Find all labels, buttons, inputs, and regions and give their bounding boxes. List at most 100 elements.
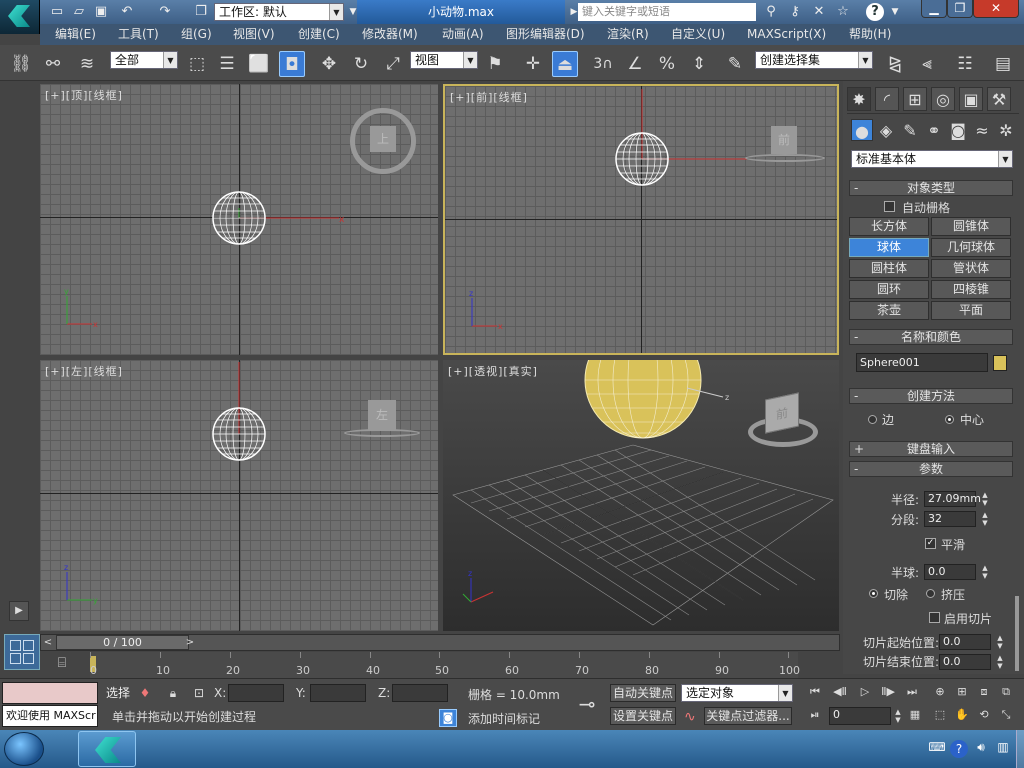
search-input[interactable]: 键入关键字或短语 [578, 3, 756, 21]
help-menu-chevron-icon[interactable]: ▼ [886, 3, 904, 21]
viewcube[interactable]: 前 [771, 126, 797, 154]
menu-graph-editors[interactable]: 图形编辑器(D) [506, 24, 585, 45]
utilities-tab-icon[interactable]: ⚒ [987, 87, 1011, 111]
motion-tab-icon[interactable]: ◎ [931, 87, 955, 111]
menu-edit[interactable]: 编辑(E) [55, 24, 96, 45]
center-radio[interactable] [945, 415, 954, 424]
auto-key-button[interactable]: 自动关键点 [610, 684, 676, 702]
keyboard-icon[interactable]: ⌨ [928, 740, 946, 758]
tools-icon[interactable]: ✕ [810, 3, 828, 21]
move-icon[interactable]: ✥ [316, 51, 342, 77]
maxscript-mini-listener-top[interactable] [2, 682, 98, 704]
viewcube[interactable]: 前 [765, 392, 799, 434]
geometry-category-dropdown[interactable]: 标准基本体 ▼ [851, 150, 1013, 168]
close-button[interactable]: ✕ [973, 0, 1019, 18]
mirror-icon[interactable]: ⧎ [882, 51, 908, 77]
select-object-icon[interactable]: ⬚ [184, 51, 210, 77]
display-tab-icon[interactable]: ▣ [959, 87, 983, 111]
spacewarps-icon[interactable]: ≈ [971, 119, 993, 141]
object-name-field[interactable]: Sphere001 [856, 353, 988, 372]
keyboard-shortcut-override-icon[interactable]: ⏏ [552, 51, 578, 77]
spinner-snap-icon[interactable]: ⇕ [686, 51, 712, 77]
name-color-rollout[interactable]: - 名称和颜色 [849, 329, 1013, 345]
app-logo-menu[interactable] [0, 0, 40, 34]
viewcube[interactable]: 左 [368, 400, 396, 430]
percent-snap-icon[interactable]: % [654, 51, 680, 77]
current-frame-spinner[interactable]: ▲ ▼ [893, 708, 903, 724]
object-type-rollout[interactable]: - 对象类型 [849, 180, 1013, 196]
undo-icon[interactable]: ↶ [118, 3, 136, 21]
minimize-button[interactable]: ▁ [921, 0, 947, 18]
unlink-icon[interactable]: ⚯ [40, 51, 66, 77]
radius-input[interactable]: 27.09mm [924, 491, 981, 507]
taskbar-3dsmax-button[interactable] [78, 731, 136, 767]
zoom-icon[interactable]: ⊕ [930, 683, 950, 701]
object-color-swatch[interactable] [993, 355, 1007, 371]
slice-from-input[interactable]: 0.0 [939, 634, 991, 650]
scale-icon[interactable]: ⤢ [380, 51, 406, 77]
zoom-all-icon[interactable]: ⊞ [952, 683, 972, 701]
slice-to-spinner[interactable]: ▲ ▼ [995, 654, 1005, 670]
viewcube-ring[interactable] [344, 429, 420, 437]
segments-spinner[interactable]: ▲ ▼ [980, 511, 990, 527]
edit-named-selection-icon[interactable]: ✎ [722, 51, 748, 77]
slice-on-checkbox[interactable] [929, 612, 940, 623]
field-of-view-icon[interactable]: ⬚ [930, 706, 950, 724]
y-coordinate-input[interactable] [310, 684, 366, 702]
plane-button[interactable]: 平面 [931, 301, 1011, 320]
hemisphere-spinner[interactable]: ▲ ▼ [980, 564, 990, 580]
viewport-left[interactable]: y z 左 [+][左][线框] [40, 360, 438, 631]
menu-modifiers[interactable]: 修改器(M) [362, 24, 418, 45]
tube-button[interactable]: 管状体 [931, 259, 1011, 278]
segments-input[interactable]: 32 [924, 511, 976, 527]
link-icon[interactable]: ⛓ [8, 51, 34, 77]
menu-group[interactable]: 组(G) [181, 24, 212, 45]
lock-icon[interactable]: 🔒︎ [164, 684, 182, 702]
box-button[interactable]: 长方体 [849, 217, 929, 236]
torus-button[interactable]: 圆环 [849, 280, 929, 299]
open-file-icon[interactable]: ▱ [70, 3, 88, 21]
expand-panel-icon[interactable]: ▶ [9, 601, 29, 621]
select-by-name-icon[interactable]: ☰ [214, 51, 240, 77]
next-frame-icon[interactable]: Ⅱ▶ [878, 683, 898, 701]
edge-radio[interactable] [868, 415, 877, 424]
select-manipulate-icon[interactable]: ✛ [520, 51, 546, 77]
viewport-left-label[interactable]: [+][左][线框] [45, 363, 123, 379]
reference-coordinate-dropdown[interactable]: 视图 ▼ [410, 51, 478, 69]
previous-frame-icon[interactable]: ◀Ⅱ [830, 683, 850, 701]
menu-maxscript[interactable]: MAXScript(X) [747, 24, 826, 45]
geometry-icon[interactable]: ● [851, 119, 873, 141]
zoom-extents-icon[interactable]: ⧈ [974, 683, 994, 701]
maximize-button[interactable]: ❐ [947, 0, 973, 18]
viewcube[interactable]: 上 [370, 126, 396, 152]
shapes-icon[interactable]: ◈ [875, 119, 897, 141]
menu-tools[interactable]: 工具(T) [118, 24, 159, 45]
create-tab-icon[interactable]: ✸ [847, 87, 871, 111]
panel-scrollbar[interactable] [1015, 596, 1019, 671]
hemisphere-input[interactable]: 0.0 [924, 564, 976, 580]
parameters-rollout[interactable]: - 参数 [849, 461, 1013, 477]
teapot-button[interactable]: 茶壶 [849, 301, 929, 320]
show-desktop-button[interactable] [1016, 730, 1024, 768]
viewport-persp-label[interactable]: [+][透视][真实] [448, 363, 538, 379]
absolute-mode-icon[interactable]: ⊡ [190, 684, 208, 702]
maximize-viewport-icon[interactable]: ⤡ [996, 706, 1016, 724]
auto-grid-checkbox[interactable] [884, 201, 895, 212]
cylinder-button[interactable]: 圆柱体 [849, 259, 929, 278]
track-bar[interactable]: 0 10 20 30 40 50 60 70 80 90 100 [90, 652, 800, 678]
viewport-top-label[interactable]: [+][顶][线框] [45, 87, 123, 103]
cameras-icon[interactable]: ⚭ [923, 119, 945, 141]
slice-from-spinner[interactable]: ▲ ▼ [995, 634, 1005, 650]
align-icon[interactable]: ⫷ [914, 51, 940, 77]
selection-filter-dropdown[interactable]: 全部 ▼ [110, 51, 178, 69]
pivot-center-icon[interactable]: ⚑ [482, 51, 508, 77]
menu-views[interactable]: 视图(V) [233, 24, 275, 45]
play-icon[interactable]: ▷ [855, 683, 875, 701]
modify-tab-icon[interactable]: ◜ [875, 87, 899, 111]
viewport-front-label[interactable]: [+][前][线框] [450, 89, 528, 105]
key-mode-toggle-icon[interactable]: ⏯ [805, 706, 825, 724]
systems-icon[interactable]: ✲ [995, 119, 1017, 141]
add-time-tag[interactable]: 添加时间标记 [468, 710, 540, 727]
new-file-icon[interactable]: ▭ [48, 3, 66, 21]
geosphere-button[interactable]: 几何球体 [931, 238, 1011, 257]
